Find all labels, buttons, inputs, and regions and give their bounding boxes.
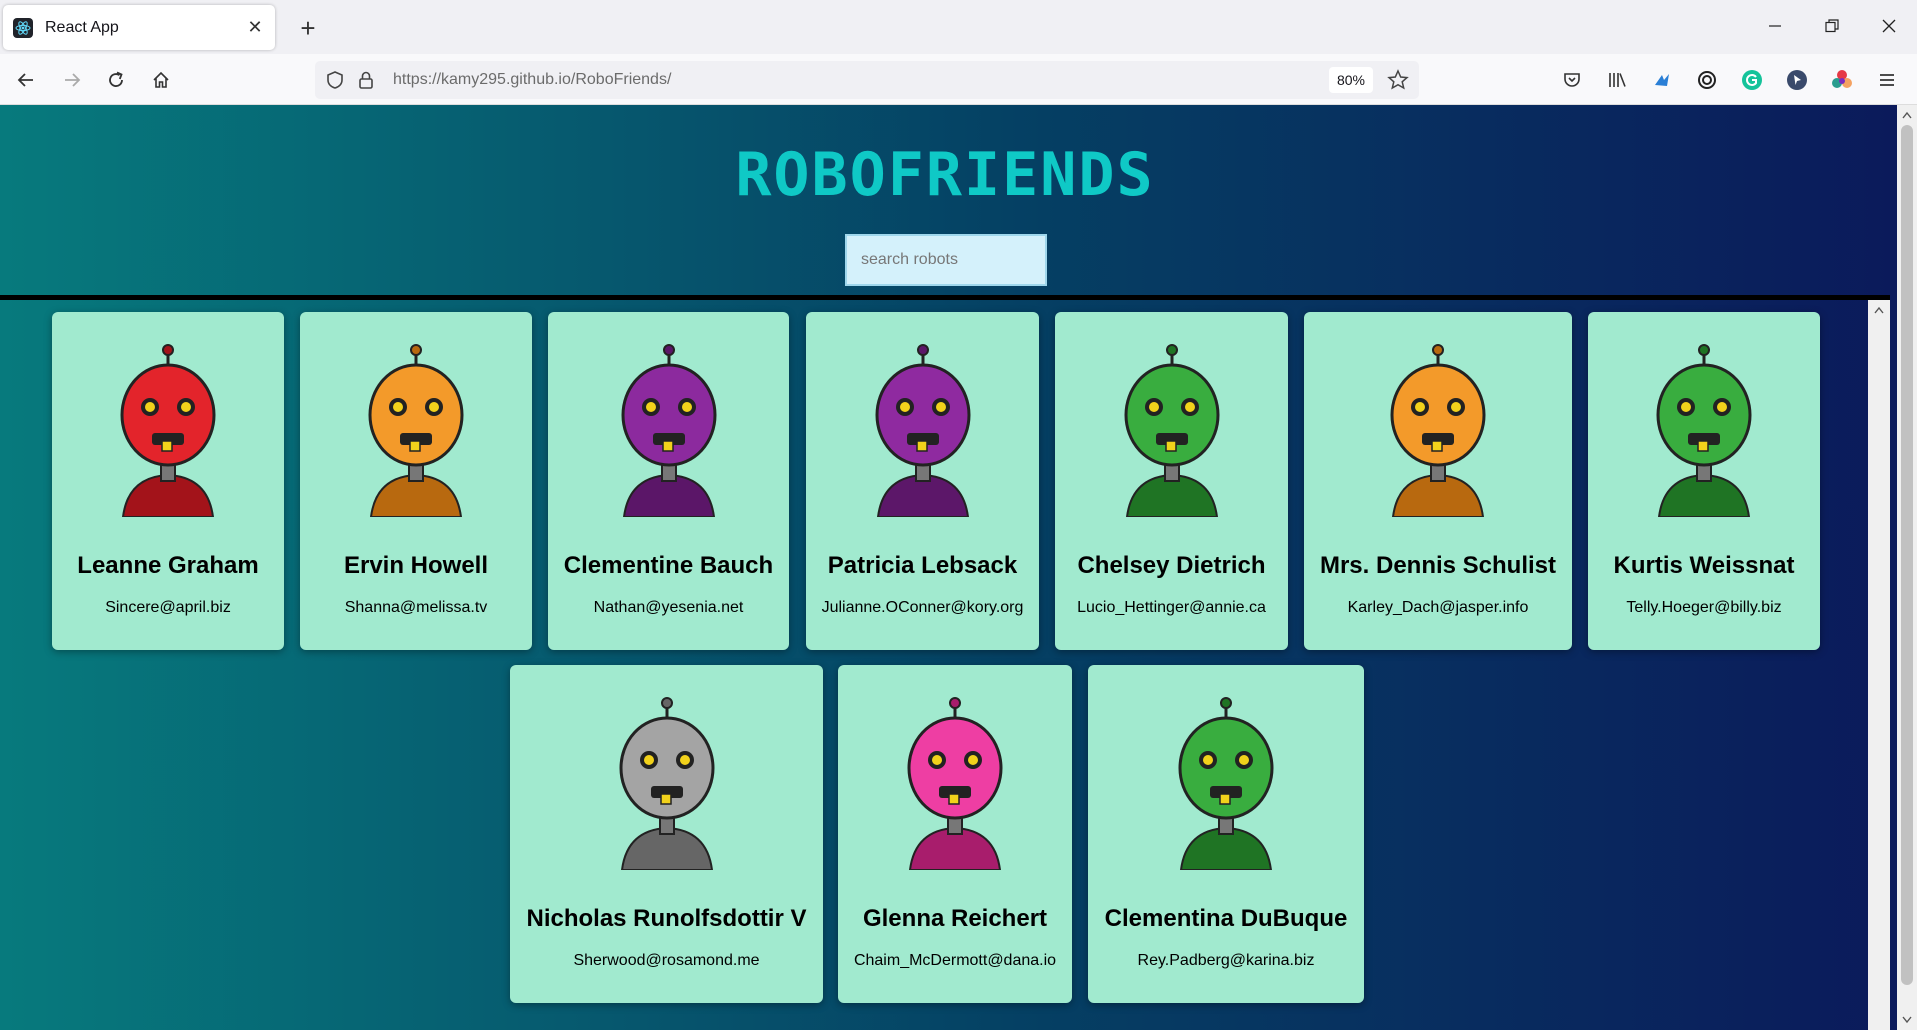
robot-card[interactable]: Leanne Graham Sincere@april.biz [52, 312, 284, 650]
robot-name: Ervin Howell [343, 552, 489, 579]
robot-email: Telly.Hoeger@billy.biz [1626, 599, 1782, 616]
robot-card[interactable]: Ervin Howell Shanna@melissa.tv [300, 312, 532, 650]
address-bar[interactable]: https://kamy295.github.io/RoboFriends/ 8… [315, 61, 1419, 99]
extension-dark-icon[interactable] [1695, 68, 1719, 92]
robot-email: Sherwood@rosamond.me [573, 952, 760, 969]
robot-name: Nicholas Runolfsdottir V [526, 905, 807, 932]
card-list: Leanne Graham Sincere@april.biz Ervin Howe… [0, 295, 1890, 1030]
robot-card[interactable]: Patricia Lebsack Julianne.OConner@kory.or… [806, 312, 1039, 650]
robot-email: Lucio_Hettinger@annie.ca [1077, 599, 1266, 616]
robot-avatar [875, 344, 970, 517]
robot-card[interactable]: Kurtis Weissnat Telly.Hoeger@billy.biz [1588, 312, 1820, 650]
robot-email: Karley_Dach@jasper.info [1347, 599, 1529, 616]
tab-close-icon[interactable]: ✕ [245, 17, 265, 38]
navigation-toolbar: https://kamy295.github.io/RoboFriends/ 8… [0, 54, 1917, 105]
robot-avatar [1124, 344, 1219, 517]
library-icon[interactable] [1605, 68, 1629, 92]
menu-icon[interactable] [1875, 68, 1899, 92]
robot-name: Leanne Graham [77, 552, 259, 579]
robot-email: Rey.Padberg@karina.biz [1137, 952, 1315, 969]
robot-name: Glenna Reichert [862, 905, 1048, 932]
robot-email: Sincere@april.biz [105, 599, 231, 616]
zoom-level[interactable]: 80% [1329, 67, 1373, 93]
robot-avatar [1390, 344, 1486, 517]
extension-cursor-icon[interactable] [1785, 68, 1809, 92]
extension-color-icon[interactable] [1830, 68, 1854, 92]
home-button[interactable] [143, 62, 179, 98]
forward-button[interactable] [54, 62, 90, 98]
robot-card[interactable]: Chelsey Dietrich Lucio_Hettinger@annie.ca [1055, 312, 1288, 650]
page-scroll-up-icon[interactable] [1897, 105, 1917, 125]
robot-email: Julianne.OConner@kory.org [821, 599, 1024, 616]
bookmark-star-icon[interactable] [1387, 69, 1409, 96]
page-scroll-down-icon[interactable] [1897, 1010, 1917, 1030]
search-robots-input[interactable] [845, 234, 1047, 286]
minimize-button[interactable] [1750, 6, 1800, 46]
scroll-up-icon[interactable] [1869, 300, 1889, 320]
url-host: https://kamy295.github.io [393, 71, 571, 88]
robot-name: Patricia Lebsack [827, 552, 1018, 579]
robot-avatar [621, 344, 716, 517]
page-scroll-thumb[interactable] [1901, 125, 1913, 985]
robot-avatar [1656, 344, 1752, 517]
lock-icon[interactable] [357, 70, 375, 95]
robot-avatar [619, 697, 714, 870]
robot-name: Clementine Bauch [563, 552, 774, 579]
robot-email: Chaim_McDermott@dana.io [853, 952, 1057, 969]
shield-icon[interactable] [325, 70, 345, 95]
react-favicon-icon [13, 17, 33, 38]
robot-name: Chelsey Dietrich [1077, 552, 1266, 579]
page-scrollbar[interactable] [1897, 105, 1917, 1030]
robot-email: Shanna@melissa.tv [344, 599, 488, 616]
robot-card[interactable]: Nicholas Runolfsdottir V Sherwood@rosamon… [510, 665, 823, 1003]
new-tab-button[interactable]: + [290, 10, 326, 46]
tab-title: React App [45, 18, 119, 36]
robot-card[interactable]: Clementine Bauch Nathan@yesenia.net [548, 312, 789, 650]
url-text: https://kamy295.github.io/RoboFriends/ [393, 71, 671, 89]
card-list-scroll-thumb[interactable] [1873, 322, 1885, 1022]
page-viewport: ROBOFRIENDS Leanne Graham Sincere@april.b… [0, 105, 1897, 1030]
close-window-button[interactable] [1864, 6, 1914, 46]
robot-email: Nathan@yesenia.net [593, 599, 744, 616]
tab-bar: React App ✕ + [0, 0, 1917, 54]
robot-card[interactable]: Glenna Reichert Chaim_McDermott@dana.io [838, 665, 1072, 1003]
robot-avatar [368, 344, 464, 517]
pocket-icon[interactable] [1560, 68, 1584, 92]
robot-name: Mrs. Dennis Schulist [1319, 552, 1557, 579]
reload-button[interactable] [98, 62, 134, 98]
robot-card[interactable]: Mrs. Dennis Schulist Karley_Dach@jasper.i… [1304, 312, 1572, 650]
card-list-scrollbar[interactable] [1868, 300, 1890, 1030]
robot-avatar [120, 344, 216, 517]
back-button[interactable] [8, 62, 44, 98]
robot-avatar [1178, 697, 1274, 870]
robot-card[interactable]: Clementina DuBuque Rey.Padberg@karina.biz [1088, 665, 1364, 1003]
app-title: ROBOFRIENDS [735, 140, 1155, 210]
robot-name: Clementina DuBuque [1104, 905, 1348, 932]
url-path: /RoboFriends/ [570, 71, 672, 88]
extension-blue-icon[interactable] [1650, 68, 1674, 92]
tab-react-app[interactable]: React App ✕ [3, 5, 275, 50]
restore-button[interactable] [1807, 6, 1857, 46]
grammarly-icon[interactable] [1740, 68, 1764, 92]
robot-name: Kurtis Weissnat [1613, 552, 1795, 579]
robot-avatar [907, 697, 1003, 870]
